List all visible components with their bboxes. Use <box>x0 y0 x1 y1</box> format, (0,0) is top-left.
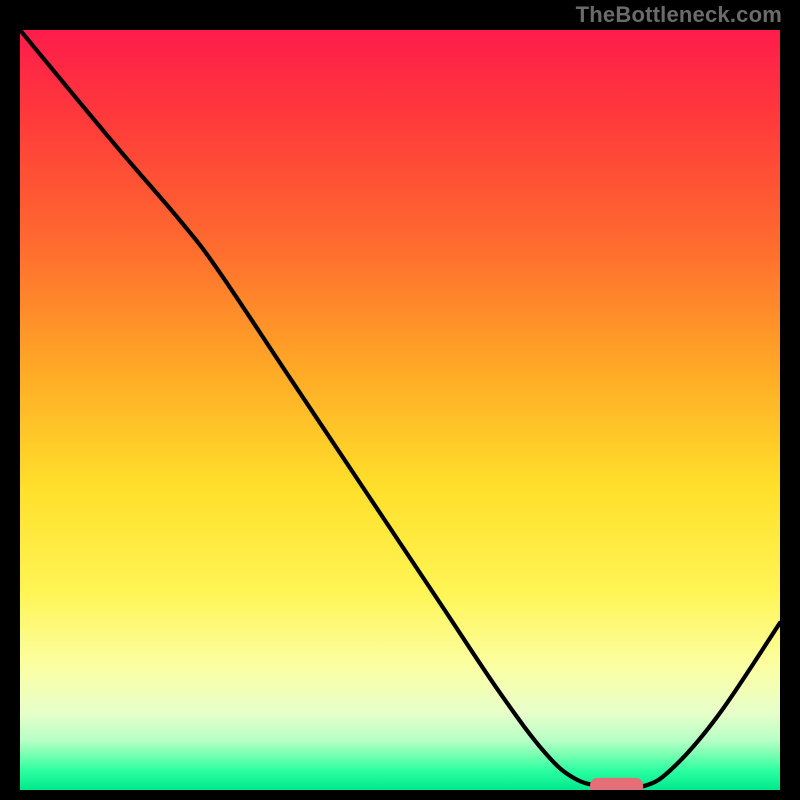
gradient-background <box>20 30 780 790</box>
optimal-range-marker <box>590 778 643 790</box>
chart-frame: TheBottleneck.com <box>0 0 800 800</box>
attribution-label: TheBottleneck.com <box>576 2 782 28</box>
chart-svg <box>20 30 780 790</box>
plot-area <box>20 30 780 790</box>
